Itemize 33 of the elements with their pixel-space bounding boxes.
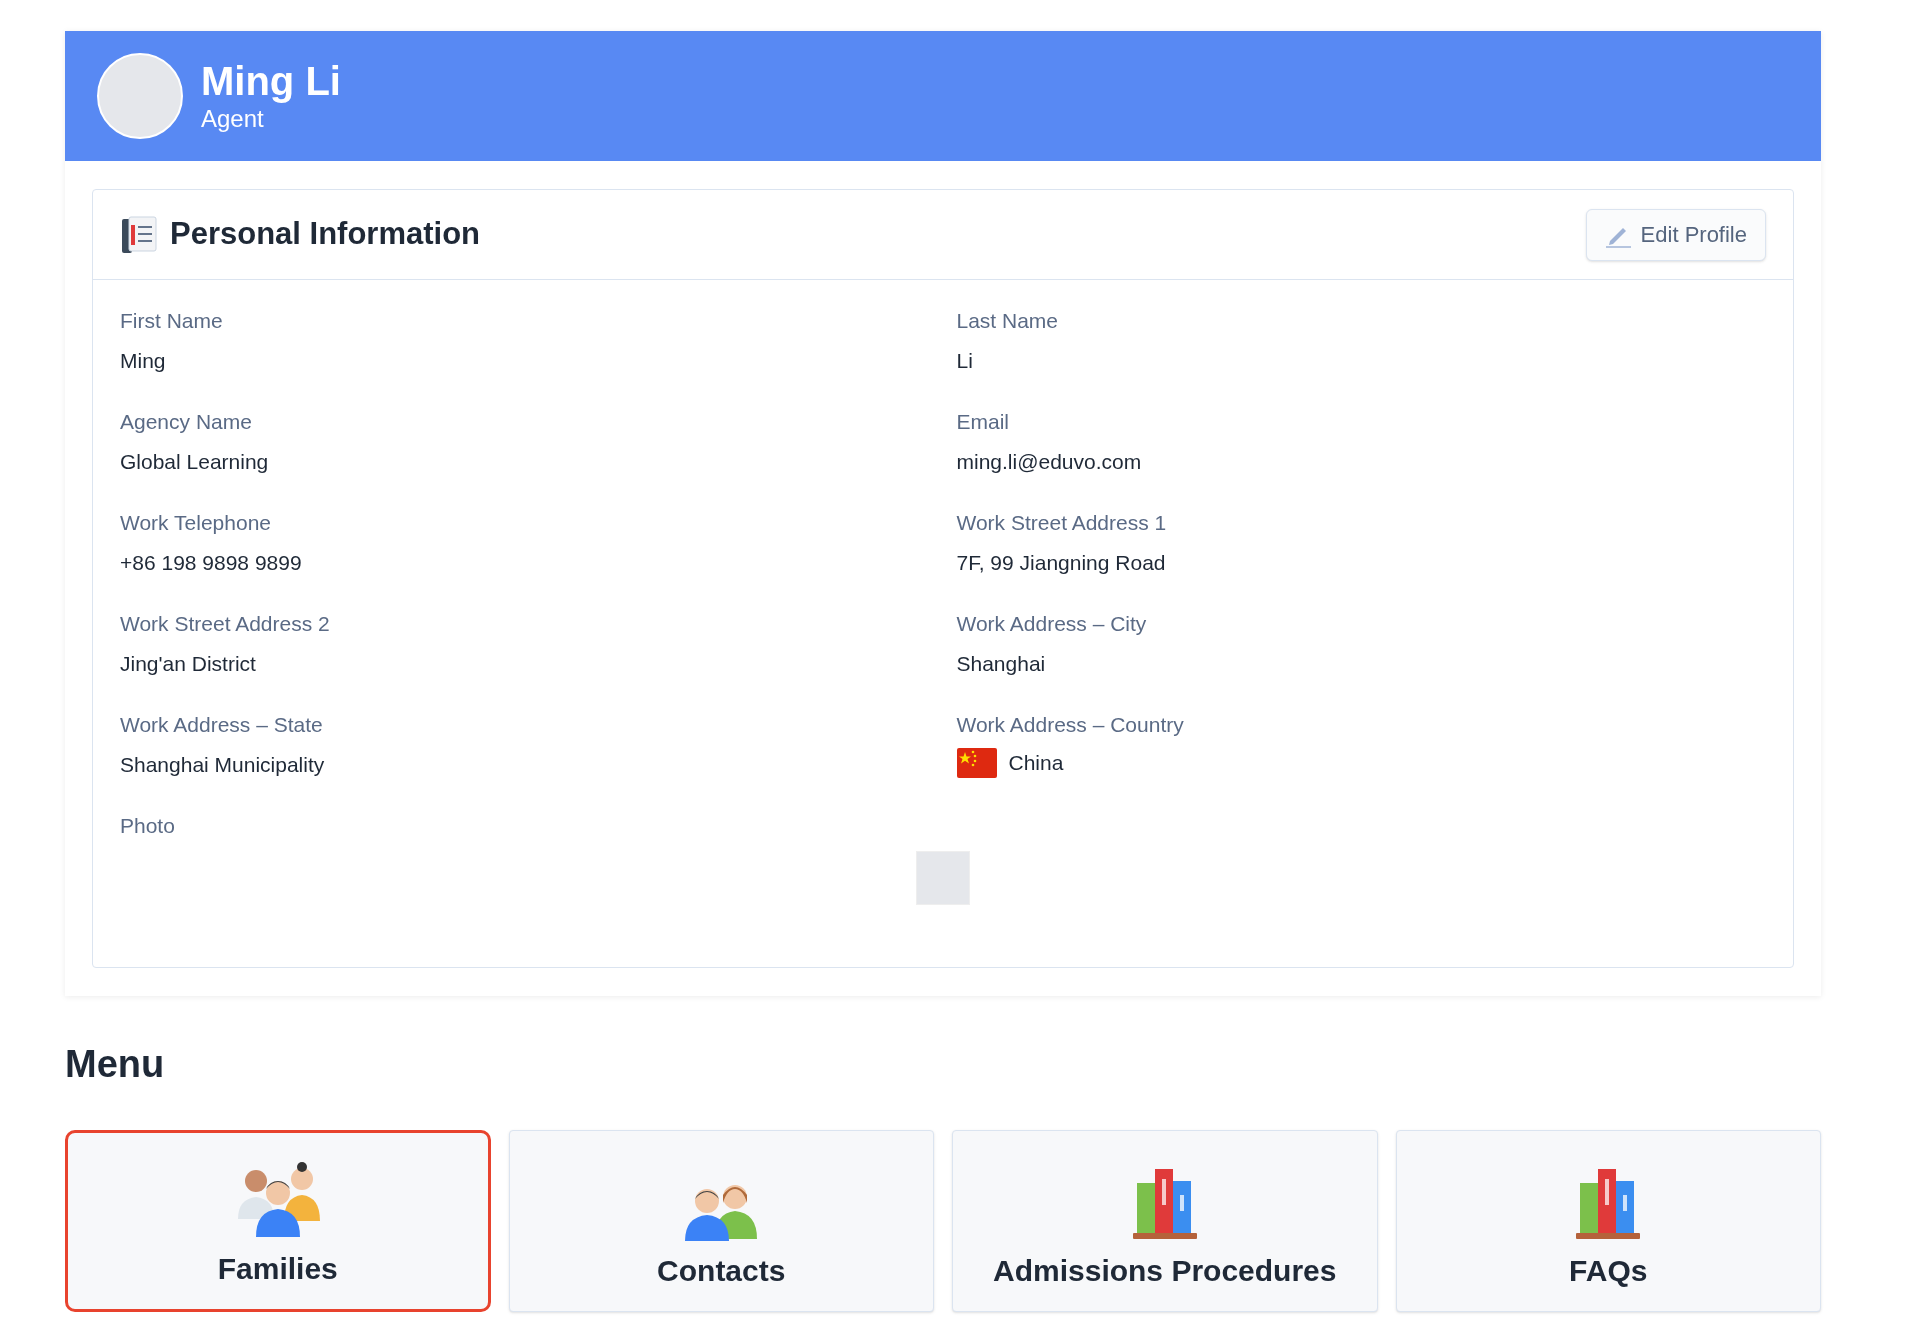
document-icon: [120, 214, 158, 255]
flag-icon: [956, 748, 997, 778]
field-value: Shanghai: [956, 651, 1047, 677]
field-value: 7F, 99 Jiangning Road: [956, 550, 1167, 576]
edit-profile-button[interactable]: Edit Profile: [1585, 208, 1766, 261]
photo-placeholder: [916, 851, 970, 905]
field-label: Photo: [120, 814, 175, 837]
field-label: Work Address – State: [120, 712, 324, 738]
field-value: ming.li@eduvo.com: [956, 449, 1143, 475]
field-value: Ming: [120, 348, 167, 374]
field-value: Jing'an District: [120, 651, 257, 677]
profile-role: Agent: [201, 104, 265, 134]
field-value: Global Learning: [120, 449, 270, 475]
menu-card[interactable]: Admissions Procedures: [952, 1130, 1378, 1312]
field-label: Work Street Address 1: [956, 510, 1168, 536]
menu-card[interactable]: Contacts: [508, 1130, 934, 1312]
field-label: Email: [956, 409, 1010, 435]
menu-heading: Menu: [65, 1042, 166, 1086]
field-label: Work Address – Country: [956, 712, 1185, 738]
field-label: First Name: [120, 308, 224, 334]
menu-card[interactable]: Families: [65, 1130, 491, 1312]
field-label: Work Street Address 2: [120, 611, 331, 637]
field-value: +86 198 9898 9899: [120, 550, 303, 576]
field-label: Agency Name: [120, 409, 253, 435]
menu-card[interactable]: FAQs: [1395, 1130, 1821, 1312]
field-label: Work Telephone: [120, 510, 272, 536]
field-value: Li: [956, 348, 974, 374]
field-value: China: [1008, 750, 1064, 776]
field-value: Shanghai Municipality: [120, 752, 326, 778]
field-label: Work Address – City: [956, 611, 1148, 637]
profile-name: Ming Li: [201, 58, 341, 104]
section-title: Personal Information: [170, 215, 481, 254]
field-label: Last Name: [956, 308, 1060, 334]
